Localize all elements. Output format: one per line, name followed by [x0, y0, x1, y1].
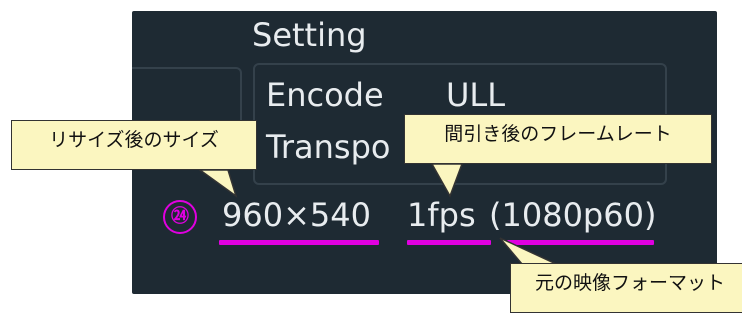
- encode-label: Encode: [266, 76, 384, 114]
- fps-underline: [407, 240, 491, 245]
- resize-callout: リサイズ後のサイズ: [11, 120, 257, 170]
- setting-title: Setting: [252, 16, 367, 54]
- source-format-value: (1080p60): [489, 196, 657, 234]
- resolution-value: 960×540: [222, 196, 371, 234]
- fps-value: 1fps: [407, 196, 476, 234]
- encode-value: ULL: [446, 76, 506, 114]
- original-format-callout: 元の映像フォーマット: [510, 263, 742, 313]
- format-underline: [507, 240, 654, 245]
- marker-24-badge: ㉔: [163, 200, 197, 234]
- resolution-underline: [219, 240, 379, 245]
- frame-rate-callout: 間引き後のフレームレート: [404, 114, 712, 164]
- transport-label: Transpo: [266, 128, 391, 166]
